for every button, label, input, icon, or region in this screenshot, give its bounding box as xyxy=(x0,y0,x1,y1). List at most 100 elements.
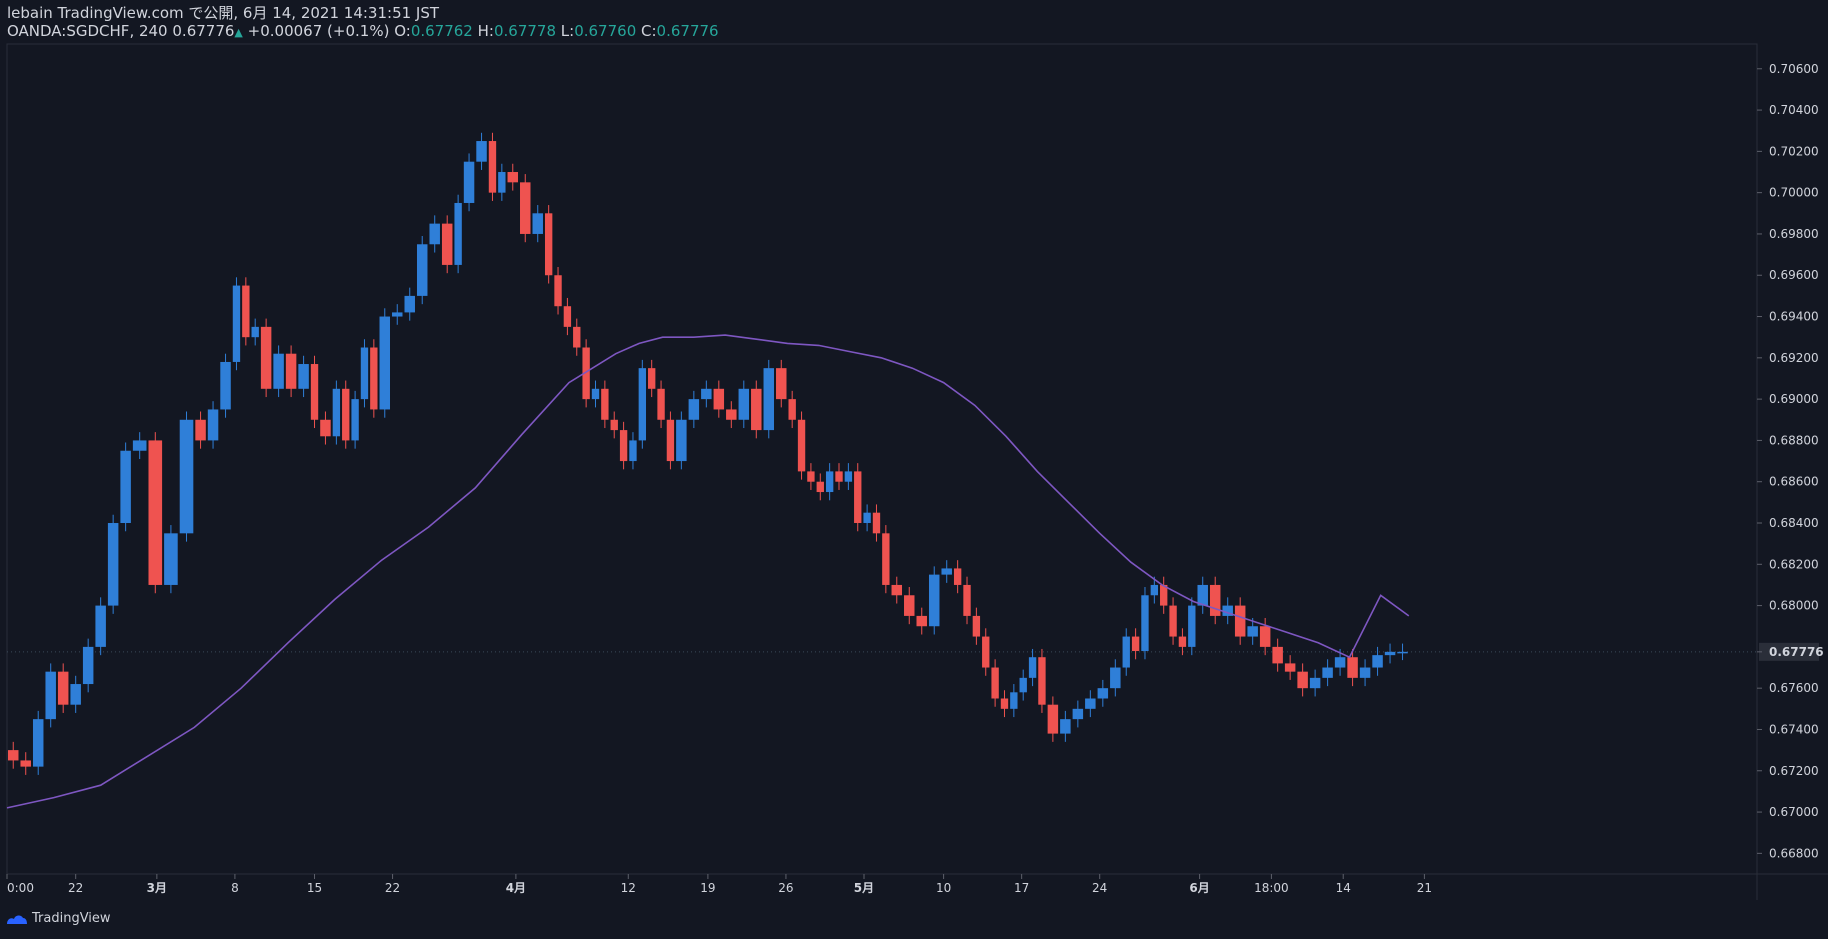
candle-body xyxy=(498,172,506,193)
candle-body xyxy=(404,295,415,313)
x-tick-label: 10 xyxy=(936,881,951,895)
time-axis[interactable]: 0:00 22 3月 8 15 22 4月 12 19 26 5月 10 17 24 6月 18:00 14 21 xyxy=(6,874,1432,895)
candle-body xyxy=(1097,688,1109,699)
candle-body xyxy=(1122,636,1130,668)
candle-body xyxy=(788,399,796,420)
candle-body xyxy=(1047,704,1059,734)
candle-body xyxy=(273,353,284,389)
candle-body xyxy=(751,388,762,431)
candle-body xyxy=(648,368,656,389)
candle-body xyxy=(726,409,737,420)
candle-body xyxy=(1010,692,1018,709)
candle-body xyxy=(563,306,572,327)
candle-body xyxy=(242,285,250,338)
candle-body xyxy=(982,636,990,668)
y-tick-label: 0.67200 xyxy=(1769,764,1819,778)
candle-body xyxy=(1372,655,1383,668)
candle-body xyxy=(688,399,700,420)
candle-body xyxy=(260,326,272,389)
candle-body xyxy=(928,574,940,627)
y-tick-label: 0.66800 xyxy=(1769,846,1819,860)
plot-area-border xyxy=(6,43,1758,875)
candle-body xyxy=(825,471,834,493)
candle-body xyxy=(285,353,297,389)
x-tick-label: 24 xyxy=(1092,881,1107,895)
candle-body xyxy=(619,430,628,462)
candle-body xyxy=(601,388,609,420)
candle-body xyxy=(807,471,815,482)
candle-body xyxy=(1085,698,1096,709)
last-price-tick-label: 0.67776 xyxy=(1769,645,1824,659)
candle-body xyxy=(1272,646,1283,664)
candle-body xyxy=(1150,584,1159,596)
candle-body xyxy=(629,440,637,462)
y-tick-label: 0.70000 xyxy=(1769,186,1819,200)
candle-body xyxy=(1131,636,1140,652)
candle-body xyxy=(220,361,231,410)
candle-body xyxy=(332,388,341,437)
candle-body xyxy=(701,388,712,400)
candle-body xyxy=(441,223,453,265)
candle-body xyxy=(1384,651,1396,656)
candle-body xyxy=(972,615,981,637)
candle-body xyxy=(963,584,971,616)
candle-body xyxy=(1247,626,1258,637)
x-tick-label: 21 xyxy=(1417,881,1432,895)
candle-body xyxy=(1169,605,1177,637)
candle-body xyxy=(916,615,927,627)
candle-body xyxy=(1284,663,1296,672)
x-tick-label: 6月 xyxy=(1189,881,1209,895)
candle-body xyxy=(738,388,750,420)
candle-body xyxy=(1234,605,1246,637)
candle-body xyxy=(370,347,378,410)
y-tick-label: 0.68200 xyxy=(1769,557,1819,571)
y-tick-label: 0.67000 xyxy=(1769,805,1819,819)
candle-body xyxy=(863,512,871,524)
price-chart[interactable]: 0.70600 0.70400 0.70200 0.70000 0.69800 0.696… xyxy=(0,0,1828,939)
candle-body xyxy=(1110,667,1121,689)
candle-body xyxy=(429,223,440,245)
candle-body xyxy=(1060,719,1071,734)
y-tick-label: 0.68800 xyxy=(1769,433,1819,447)
candle-body xyxy=(1178,636,1187,647)
moving-average-line xyxy=(6,334,1410,809)
candle-body xyxy=(1028,657,1037,678)
candle-body xyxy=(507,172,519,183)
candle-body xyxy=(379,316,391,410)
candle-body xyxy=(310,364,319,420)
footer: TradingView xyxy=(6,911,111,926)
candle-body xyxy=(1347,657,1358,678)
x-tick-label: 22 xyxy=(385,881,400,895)
candle-body xyxy=(107,523,119,606)
candle-body xyxy=(676,419,687,462)
candle-body xyxy=(298,364,309,389)
candle-body xyxy=(610,419,618,431)
candle-body xyxy=(342,388,350,441)
candle-body xyxy=(454,202,462,265)
candle-body xyxy=(941,568,952,575)
x-tick-label: 19 xyxy=(700,881,715,895)
candle-body xyxy=(1359,667,1371,678)
candle-body xyxy=(463,161,475,203)
candle-body xyxy=(207,409,219,441)
candle-body xyxy=(1197,584,1208,606)
candle-body xyxy=(164,533,178,585)
x-tick-label: 26 xyxy=(778,881,793,895)
candle-body xyxy=(20,760,31,767)
candle-body xyxy=(816,481,824,493)
x-tick-label: 8 xyxy=(231,881,239,895)
x-tick-label: 18:00 xyxy=(1254,881,1289,895)
candle-body xyxy=(1019,677,1027,693)
y-tick-label: 0.70400 xyxy=(1769,103,1819,117)
candle-body xyxy=(488,141,497,193)
y-tick-label: 0.67400 xyxy=(1769,722,1819,736)
candle-body xyxy=(835,471,843,482)
price-axis[interactable]: 0.70600 0.70400 0.70200 0.70000 0.69800 0.696… xyxy=(1757,62,1824,861)
y-tick-label: 0.69400 xyxy=(1769,310,1819,324)
candle-body xyxy=(32,719,44,767)
candle-body xyxy=(991,667,999,699)
x-tick-label: 15 xyxy=(307,881,322,895)
candle-body xyxy=(416,244,428,296)
candle-body xyxy=(872,512,881,534)
candle-body xyxy=(232,285,241,362)
